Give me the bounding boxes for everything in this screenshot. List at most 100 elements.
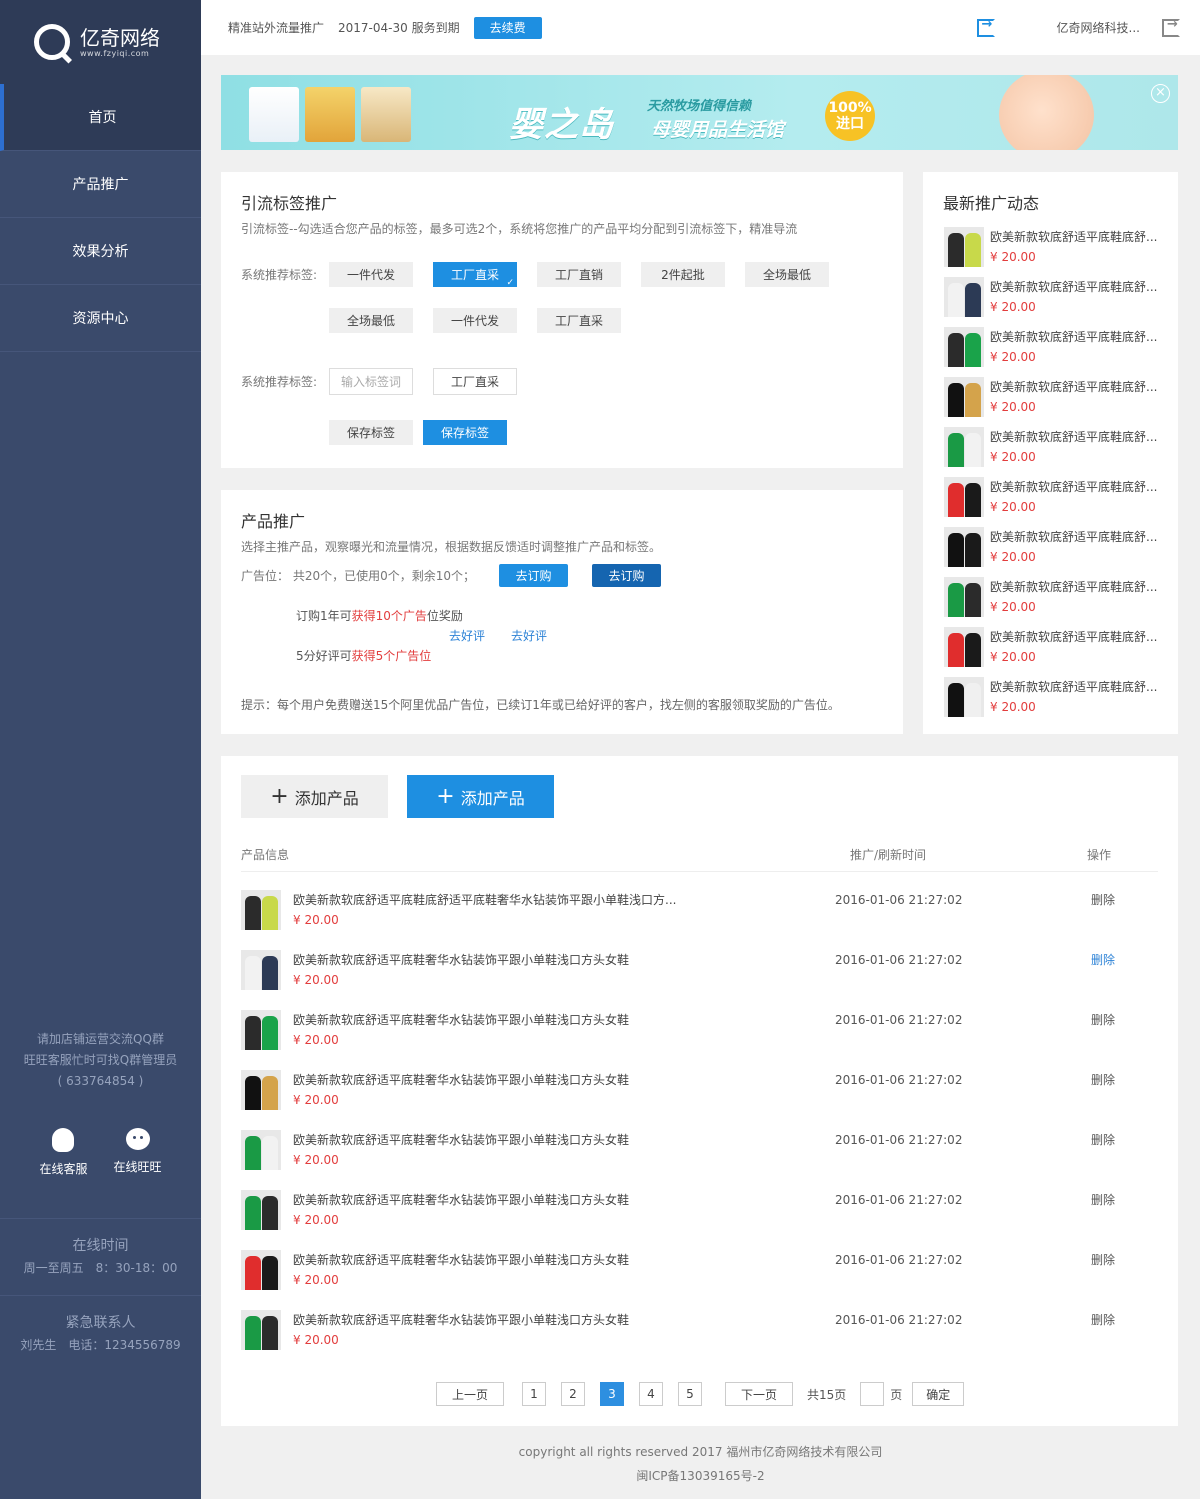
delete-button[interactable]: 删除: [1091, 1010, 1115, 1030]
feed-item[interactable]: 欧美新款软底舒适平底鞋底舒... ¥ 20.00: [944, 227, 1162, 267]
tag-option[interactable]: 工厂直销: [537, 262, 621, 287]
product-thumbnail[interactable]: [944, 627, 984, 667]
page-button[interactable]: 2: [561, 1382, 585, 1406]
save-tags-button[interactable]: 保存标签: [329, 420, 413, 445]
feed-item[interactable]: 欧美新款软底舒适平底鞋底舒... ¥ 20.00: [944, 377, 1162, 417]
add-product-primary-button[interactable]: + 添加产品: [407, 775, 554, 818]
tag-option[interactable]: 全场最低: [745, 262, 829, 287]
product-thumbnail[interactable]: [241, 950, 281, 990]
product-thumbnail[interactable]: [241, 1190, 281, 1230]
feed-item-name: 欧美新款软底舒适平底鞋底舒...: [990, 580, 1158, 594]
feed-item[interactable]: 欧美新款软底舒适平底鞋底舒... ¥ 20.00: [944, 477, 1162, 517]
nav-item-promotion[interactable]: 产品推广: [0, 151, 201, 218]
latest-feed-card: 最新推广动态 欧美新款软底舒适平底鞋底舒... ¥ 20.00 欧美新款软底舒适平底…: [923, 172, 1178, 734]
delete-button[interactable]: 删除: [1091, 1250, 1115, 1270]
product-thumbnail[interactable]: [241, 1130, 281, 1170]
feed-item-price: ¥ 20.00: [990, 500, 1036, 514]
page-button[interactable]: 1: [522, 1382, 546, 1406]
product-thumbnail[interactable]: [944, 427, 984, 467]
tag-option-selected[interactable]: 工厂直采: [433, 262, 517, 288]
product-thumbnail[interactable]: [944, 677, 984, 717]
tag-option[interactable]: 一件代发: [329, 262, 413, 287]
product-name[interactable]: 欧美新款软底舒适平底鞋奢华水钻装饰平跟小单鞋浅口方头女鞋: [293, 1250, 683, 1270]
logo-icon: [34, 24, 70, 60]
product-thumbnail[interactable]: [944, 227, 984, 267]
product-thumbnail[interactable]: [944, 527, 984, 567]
product-name[interactable]: 欧美新款软底舒适平底鞋奢华水钻装饰平跟小单鞋浅口方头女鞋: [293, 1010, 683, 1030]
feed-item[interactable]: 欧美新款软底舒适平底鞋底舒... ¥ 20.00: [944, 327, 1162, 367]
prev-page-button[interactable]: 上一页: [436, 1382, 504, 1406]
review-link[interactable]: 去好评: [449, 629, 485, 643]
online-time-block: 在线时间 周一至周五 8：30-18：00: [0, 1235, 201, 1279]
product-thumbnail[interactable]: [241, 1070, 281, 1110]
tag-value-field[interactable]: 工厂直采: [433, 368, 517, 395]
tag-option[interactable]: 一件代发: [433, 308, 517, 333]
feed-item[interactable]: 欧美新款软底舒适平底鞋底舒... ¥ 20.00: [944, 577, 1162, 617]
review-link[interactable]: 去好评: [511, 629, 547, 643]
renew-button[interactable]: 去续费: [473, 16, 542, 39]
login-icon[interactable]: [976, 17, 995, 37]
save-tags-primary-button[interactable]: 保存标签: [423, 420, 507, 445]
header-divider: [241, 871, 1158, 872]
product-thumbnail[interactable]: [944, 327, 984, 367]
baby-image: [999, 75, 1094, 150]
feed-item[interactable]: 欧美新款软底舒适平底鞋底舒... ¥ 20.00: [944, 627, 1162, 667]
delete-button[interactable]: 删除: [1091, 890, 1115, 910]
product-thumbnail[interactable]: [944, 277, 984, 317]
online-wangwang-button[interactable]: 在线旺旺: [114, 1128, 162, 1177]
tag-keyword-input[interactable]: 输入标签词: [329, 368, 413, 395]
page-button[interactable]: 3: [600, 1382, 624, 1406]
product-thumbnail[interactable]: [944, 577, 984, 617]
order-button-alt[interactable]: 去订购: [592, 564, 661, 587]
page-button[interactable]: 5: [678, 1382, 702, 1406]
logout-icon[interactable]: [1162, 17, 1180, 37]
product-name[interactable]: 欧美新款软底舒适平底鞋底舒适平底鞋奢华水钻装饰平跟小单鞋浅口方...: [293, 890, 683, 910]
tag-option[interactable]: 全场最低: [329, 308, 413, 333]
reward-text: 位奖励: [426, 609, 463, 623]
product-price: ¥ 20.00: [293, 1153, 339, 1167]
product-thumbnail[interactable]: [944, 377, 984, 417]
nav-item-analysis[interactable]: 效果分析: [0, 218, 201, 285]
next-page-button[interactable]: 下一页: [725, 1382, 793, 1406]
product-name[interactable]: 欧美新款软底舒适平底鞋奢华水钻装饰平跟小单鞋浅口方头女鞋: [293, 1310, 683, 1330]
delete-button[interactable]: 删除: [1091, 950, 1115, 970]
close-icon[interactable]: ×: [1151, 84, 1170, 103]
nav-item-resources[interactable]: 资源中心: [0, 285, 201, 352]
refresh-time: 2016-01-06 21:27:02: [835, 1073, 963, 1087]
promo-tip: 提示：每个用户免费赠送15个阿里优品广告位，已续订1年或已给好评的客户，找左侧的…: [241, 698, 840, 712]
product-thumbnail[interactable]: [241, 1010, 281, 1050]
product-thumbnail[interactable]: [241, 1310, 281, 1350]
feed-item[interactable]: 欧美新款软底舒适平底鞋底舒... ¥ 20.00: [944, 277, 1162, 317]
tag-option[interactable]: 2件起批: [641, 262, 725, 287]
logo[interactable]: 亿奇网络 www.fzyiqi.com: [0, 0, 201, 84]
confirm-page-button[interactable]: 确定: [912, 1382, 965, 1406]
delete-button[interactable]: 删除: [1091, 1190, 1115, 1210]
product-thumbnail[interactable]: [944, 477, 984, 517]
feed-item[interactable]: 欧美新款软底舒适平底鞋底舒... ¥ 20.00: [944, 527, 1162, 567]
add-product-label: 添加产品: [294, 788, 359, 808]
delete-button[interactable]: 删除: [1091, 1130, 1115, 1150]
qq-group-number: ( 633764854 ): [57, 1074, 144, 1088]
product-name[interactable]: 欧美新款软底舒适平底鞋奢华水钻装饰平跟小单鞋浅口方头女鞋: [293, 950, 683, 970]
add-product-button[interactable]: + 添加产品: [241, 775, 388, 818]
tag-section-title: 引流标签推广: [241, 194, 338, 213]
company-name[interactable]: 亿奇网络科技...: [1057, 19, 1140, 36]
tag-option[interactable]: 工厂直采: [537, 308, 621, 333]
order-button[interactable]: 去订购: [499, 564, 568, 587]
product-price: ¥ 20.00: [293, 1213, 339, 1227]
product-name[interactable]: 欧美新款软底舒适平底鞋奢华水钻装饰平跟小单鞋浅口方头女鞋: [293, 1190, 683, 1210]
product-name[interactable]: 欧美新款软底舒适平底鞋奢华水钻装饰平跟小单鞋浅口方头女鞋: [293, 1130, 683, 1150]
online-service-button[interactable]: 在线客服: [39, 1128, 88, 1177]
delete-button[interactable]: 删除: [1091, 1070, 1115, 1090]
page-button[interactable]: 4: [639, 1382, 663, 1406]
product-name[interactable]: 欧美新款软底舒适平底鞋奢华水钻装饰平跟小单鞋浅口方头女鞋: [293, 1070, 683, 1090]
feed-item[interactable]: 欧美新款软底舒适平底鞋底舒... ¥ 20.00: [944, 427, 1162, 467]
page-jump-input[interactable]: [860, 1382, 885, 1406]
nav-item-home[interactable]: 首页: [0, 84, 201, 151]
product-thumbnail[interactable]: [241, 1250, 281, 1290]
feed-item[interactable]: 欧美新款软底舒适平底鞋底舒... ¥ 20.00: [944, 677, 1162, 717]
promo-banner[interactable]: 婴之岛 天然牧场值得信赖 母婴用品生活馆 100% 进口 ×: [221, 75, 1178, 150]
reward-annual: 订购1年可获得10个广告位奖励: [296, 606, 547, 626]
product-thumbnail[interactable]: [241, 890, 281, 930]
delete-button[interactable]: 删除: [1091, 1310, 1115, 1330]
